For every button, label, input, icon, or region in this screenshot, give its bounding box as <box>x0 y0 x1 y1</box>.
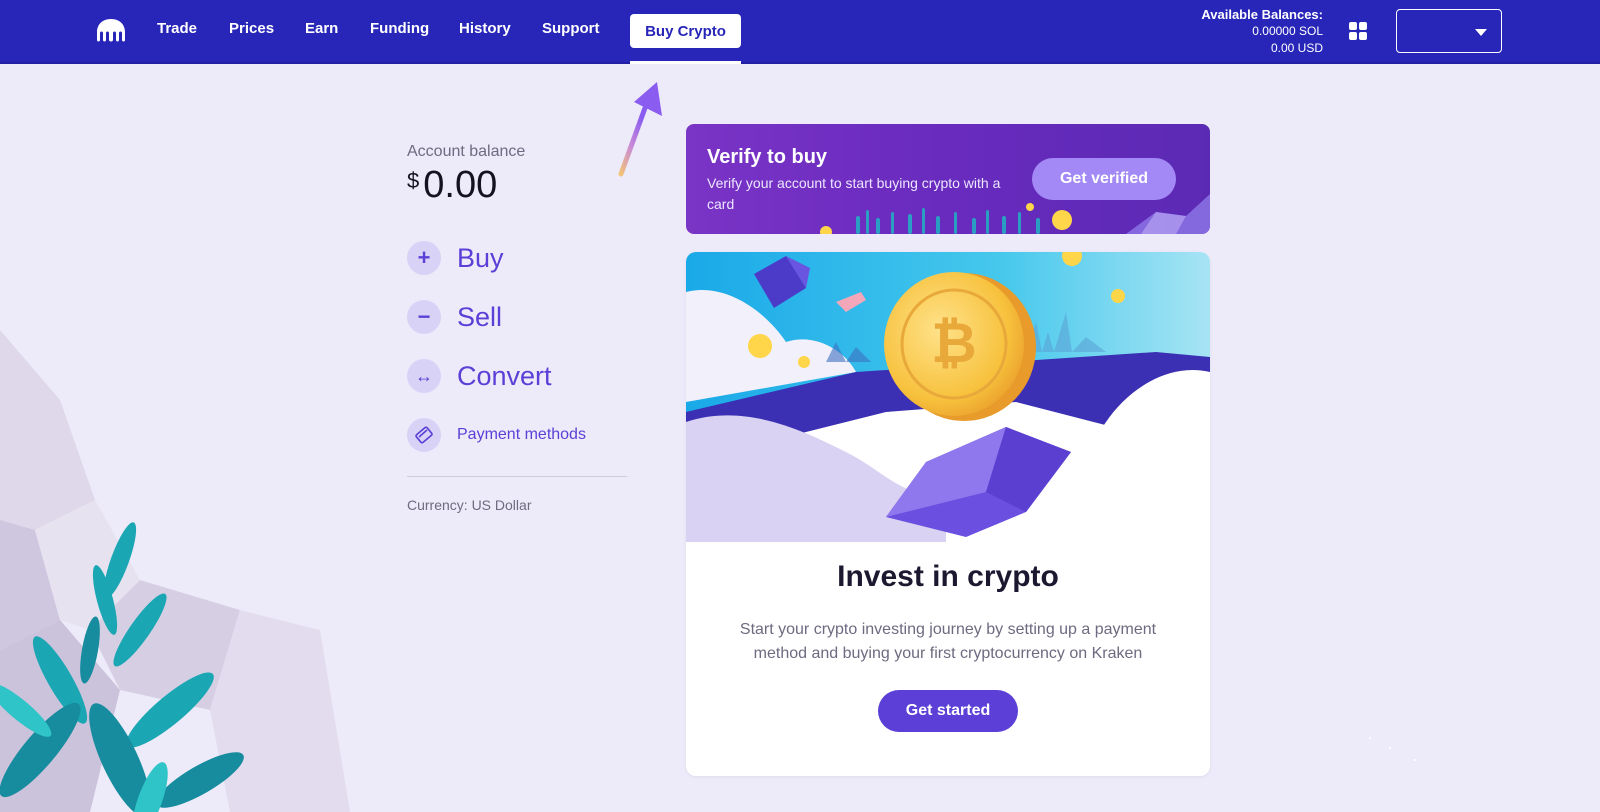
verify-banner: Verify to buy Verify your account to sta… <box>686 124 1210 234</box>
payment-methods-action[interactable]: Payment methods <box>407 418 586 452</box>
chevron-down-icon <box>1475 29 1487 36</box>
kraken-logo-icon[interactable] <box>96 18 126 44</box>
available-balances: Available Balances: 0.00000 SOL 0.00 USD <box>1201 6 1323 57</box>
verify-title: Verify to buy <box>707 146 828 168</box>
convert-label: Convert <box>457 360 552 391</box>
invest-title: Invest in crypto <box>837 560 1059 593</box>
sell-label: Sell <box>457 301 503 332</box>
account-dropdown[interactable] <box>1396 9 1502 53</box>
nav-support[interactable]: Support <box>542 20 600 37</box>
active-tab-underline <box>630 61 741 64</box>
balance-sol: 0.00000 SOL <box>1252 24 1323 38</box>
card-icon <box>407 418 441 452</box>
currency-symbol: $ <box>407 168 420 193</box>
nav-funding[interactable]: Funding <box>370 20 429 37</box>
annotation-arrow-icon <box>618 82 662 177</box>
plus-icon: + <box>407 241 441 275</box>
minus-icon: − <box>407 300 441 334</box>
verify-description: Verify your account to start buying cryp… <box>707 175 1001 212</box>
invest-description: Start your crypto investing journey by s… <box>739 621 1157 662</box>
get-started-button[interactable]: Get started <box>878 690 1018 732</box>
nav-trade[interactable]: Trade <box>157 20 197 37</box>
buy-label: Buy <box>457 242 504 273</box>
swap-arrows-icon: ↔ <box>407 359 441 393</box>
balance-usd: 0.00 USD <box>1270 41 1323 55</box>
bitcoin-hero-illustration: ₿ <box>686 252 1210 542</box>
nav-history[interactable]: History <box>459 20 511 37</box>
currency-setting: Currency: US Dollar <box>407 497 532 513</box>
nav-prices[interactable]: Prices <box>229 20 274 37</box>
balances-heading: Available Balances: <box>1201 7 1323 22</box>
payment-methods-label: Payment methods <box>457 426 586 443</box>
get-verified-button[interactable]: Get verified <box>1032 158 1176 200</box>
buy-action[interactable]: + Buy <box>407 241 504 275</box>
nav-buy-crypto-button[interactable]: Buy Crypto <box>630 14 741 48</box>
decorative-sparkles <box>1369 737 1416 761</box>
svg-text:₿: ₿ <box>931 311 977 374</box>
account-balance-value: $ 0.00 <box>407 164 497 207</box>
decorative-illustration-left <box>0 330 350 812</box>
divider <box>407 476 627 477</box>
nav-earn[interactable]: Earn <box>305 20 338 37</box>
top-navigation-bar: Trade Prices Earn Funding History Suppor… <box>0 0 1600 64</box>
convert-action[interactable]: ↔ Convert <box>407 359 552 393</box>
balance-amount: 0.00 <box>423 164 498 206</box>
apps-grid-icon[interactable] <box>1349 22 1367 40</box>
invest-card: ₿ Invest in crypto Start your crypto inv… <box>686 252 1210 776</box>
account-balance-label: Account balance <box>407 143 526 160</box>
sell-action[interactable]: − Sell <box>407 300 502 334</box>
